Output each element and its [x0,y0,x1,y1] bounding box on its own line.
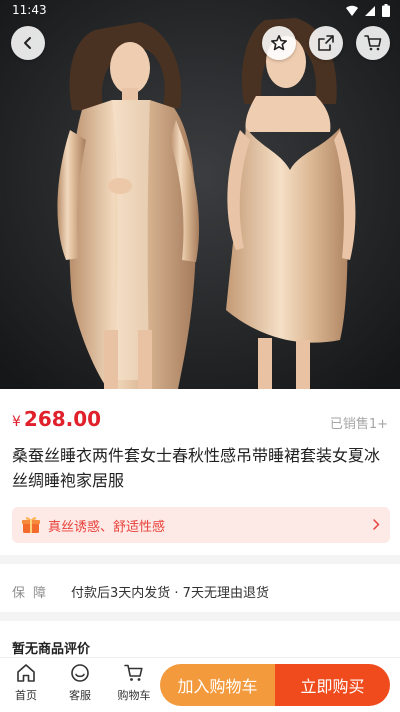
price: ¥ 268.00 [12,407,101,431]
battery-icon [382,4,390,17]
home-label: 首页 [15,689,37,702]
cart-header-button[interactable] [356,26,390,60]
status-bar: 11:43 [0,0,400,22]
service-label: 客服 [69,689,91,702]
promo-text: 真丝诱惑、舒适性感 [48,520,166,535]
cart-nav-button[interactable]: 购物车 [112,661,156,703]
wifi-icon [346,5,358,16]
guarantee-row[interactable]: 保障 付款后3天内发货 · 7天无理由退货 [0,568,400,612]
home-nav-button[interactable]: 首页 [6,661,46,703]
product-image[interactable] [0,0,400,389]
share-icon [318,35,334,51]
star-icon [271,35,287,51]
guarantee-text: 付款后3天内发货 · 7天无理由退货 [71,586,269,601]
customer-service-icon [71,664,89,682]
signal-icon [365,5,375,16]
service-nav-button[interactable]: 客服 [60,661,100,703]
buy-now-button[interactable]: 立即购买 [275,664,390,706]
reviews-section: 暂无商品评价 [0,621,400,661]
add-to-cart-button[interactable]: 加入购物车 [160,664,275,706]
chevron-right-icon [373,519,380,530]
status-icons [346,4,390,17]
sold-count: 已销售1+ [329,417,388,432]
price-value: 268.00 [23,407,102,431]
promo-banner[interactable]: 真丝诱惑、舒适性感 [12,507,390,543]
cart-label: 购物车 [117,689,151,702]
status-time: 11:43 [12,3,47,17]
section-divider [0,555,400,564]
home-icon [17,664,35,682]
share-button[interactable] [309,26,343,60]
reviews-title: 暂无商品评价 [12,642,91,657]
back-button[interactable] [11,26,45,60]
section-divider [0,612,400,621]
price-currency: ¥ [12,414,21,430]
favorite-button[interactable] [262,26,296,60]
product-photo [0,0,400,389]
gift-box-icon [22,517,40,533]
guarantee-label: 保障 [12,586,55,601]
shopping-cart-icon [124,664,143,681]
cart-icon [364,35,382,51]
product-title: 桑蚕丝睡衣两件套女士春秋性感吊带睡裙套装女夏冰丝绸睡袍家居服 [12,446,381,490]
chevron-left-icon [24,37,31,49]
bottom-action-bar: 首页 客服 购物车 加入购物车 立即购买 [0,657,400,712]
